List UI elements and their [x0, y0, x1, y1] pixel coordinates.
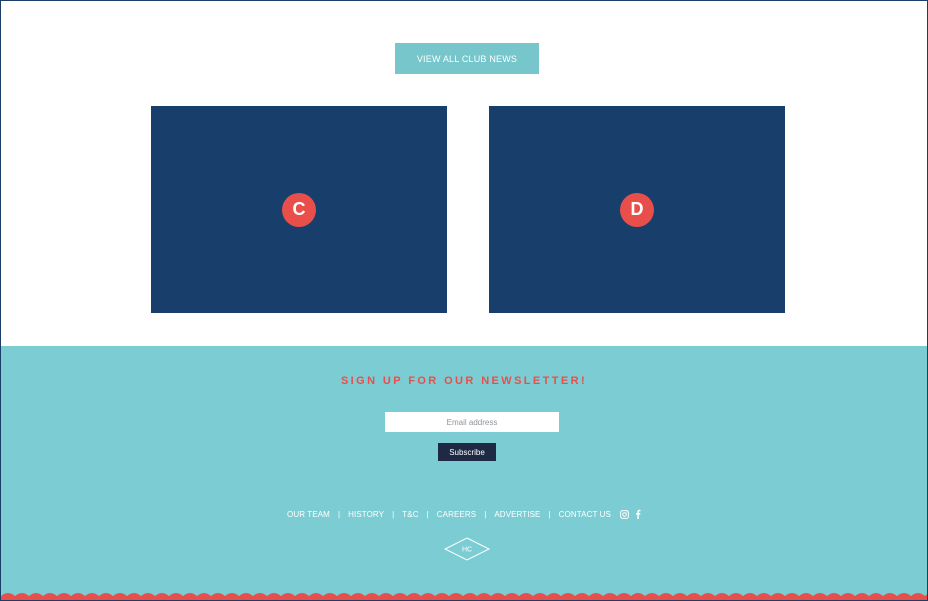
- email-field[interactable]: [385, 412, 559, 432]
- club-news-section: VIEW ALL CLUB NEWS C D: [1, 1, 927, 346]
- news-card-c[interactable]: C: [151, 106, 447, 313]
- marker-d: D: [620, 192, 654, 227]
- news-card-d[interactable]: D: [489, 106, 785, 313]
- footer-link-tc[interactable]: T&C: [402, 510, 418, 519]
- footer-separator: |: [392, 509, 395, 519]
- page: VIEW ALL CLUB NEWS C D SIGN UP FOR OUR N…: [0, 0, 928, 601]
- footer-separator: |: [484, 509, 487, 519]
- subscribe-button[interactable]: Subscribe: [438, 443, 496, 461]
- footer-link-advertise[interactable]: ADVERTISE: [494, 510, 540, 519]
- club-logo-icon[interactable]: HC: [443, 537, 491, 561]
- marker-c: C: [282, 192, 316, 227]
- footer-link-careers[interactable]: CAREERS: [437, 510, 476, 519]
- footer-separator: |: [426, 509, 429, 519]
- footer-nav: OUR TEAM | HISTORY | T&C | CAREERS | ADV…: [1, 509, 927, 519]
- footer-separator: |: [548, 509, 551, 519]
- footer-link-history[interactable]: HISTORY: [348, 510, 384, 519]
- newsletter-title: SIGN UP FOR OUR NEWSLETTER!: [340, 375, 588, 387]
- facebook-icon[interactable]: [635, 509, 641, 519]
- logo-text: HC: [462, 547, 472, 554]
- view-all-club-news-button[interactable]: VIEW ALL CLUB NEWS: [395, 43, 539, 74]
- footer: SIGN UP FOR OUR NEWSLETTER! Subscribe OU…: [1, 346, 927, 600]
- wave-border: [1, 593, 927, 600]
- footer-link-contact-us[interactable]: CONTACT US: [559, 510, 611, 519]
- social-icons: [620, 509, 641, 519]
- footer-link-our-team[interactable]: OUR TEAM: [287, 510, 330, 519]
- footer-separator: |: [337, 509, 341, 519]
- instagram-icon[interactable]: [620, 509, 629, 519]
